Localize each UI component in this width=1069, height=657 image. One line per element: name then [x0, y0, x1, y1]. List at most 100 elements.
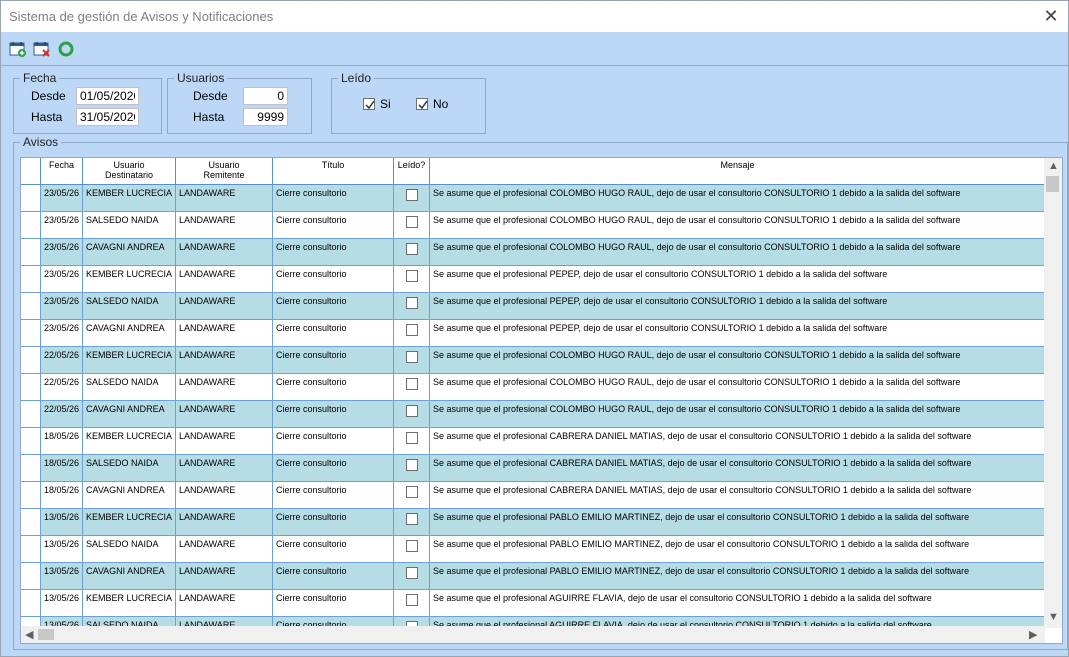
leido-row-checkbox[interactable] [405, 324, 418, 336]
leido-row-checkbox[interactable] [405, 405, 418, 417]
cell-titulo: Cierre consultorio [273, 401, 394, 427]
column-leido-label: Leído? [397, 160, 426, 170]
leido-row-checkbox[interactable] [405, 513, 418, 525]
calendar-delete-icon[interactable] [33, 40, 51, 58]
table-row[interactable]: 23/05/26 KEMBER LUCRECIA LANDAWARE Cierre c… [21, 266, 1045, 293]
calendar-add-icon[interactable] [9, 40, 27, 58]
row-selector[interactable] [21, 185, 41, 211]
table-row[interactable]: 22/05/26 CAVAGNI ANDREA LANDAWARE Cierre co… [21, 401, 1045, 428]
cell-titulo: Cierre consultorio [273, 347, 394, 373]
fecha-hasta-input[interactable] [76, 108, 139, 126]
table-row[interactable]: 23/05/26 CAVAGNI ANDREA LANDAWARE Cierre co… [21, 320, 1045, 347]
table-row[interactable]: 18/05/26 CAVAGNI ANDREA LANDAWARE Cierre co… [21, 482, 1045, 509]
usuarios-hasta-label: Hasta [193, 110, 225, 124]
cell-leido [394, 428, 430, 454]
row-selector[interactable] [21, 428, 41, 454]
row-selector[interactable] [21, 266, 41, 292]
row-selector[interactable] [21, 401, 41, 427]
cell-fecha: 13/05/26 [41, 536, 83, 562]
cell-titulo: Cierre consultorio [273, 266, 394, 292]
row-selector[interactable] [21, 347, 41, 373]
column-leido[interactable]: Leído? [394, 158, 430, 185]
leido-row-checkbox[interactable] [405, 270, 418, 282]
table-row[interactable]: 13/05/26 KEMBER LUCRECIA LANDAWARE Cierre c… [21, 509, 1045, 536]
table-row[interactable]: 18/05/26 KEMBER LUCRECIA LANDAWARE Cierre c… [21, 428, 1045, 455]
leido-row-checkbox[interactable] [405, 216, 418, 228]
cell-leido [394, 509, 430, 535]
leido-row-checkbox[interactable] [405, 567, 418, 579]
cell-destinatario: KEMBER LUCRECIA [83, 590, 176, 616]
table-row[interactable]: 13/05/26 CAVAGNI ANDREA LANDAWARE Cierre co… [21, 563, 1045, 590]
cell-remitente: LANDAWARE [176, 455, 273, 481]
horizontal-scrollbar[interactable]: ◀ ▶ [21, 626, 1045, 643]
horizontal-scroll-thumb[interactable] [38, 629, 54, 640]
row-selector[interactable] [21, 455, 41, 481]
row-selector[interactable] [21, 212, 41, 238]
row-selector[interactable] [21, 482, 41, 508]
cell-fecha: 13/05/26 [41, 590, 83, 616]
table-row[interactable]: 13/05/26 KEMBER LUCRECIA LANDAWARE Cierre c… [21, 590, 1045, 617]
cell-remitente: LANDAWARE [176, 266, 273, 292]
usuarios-hasta-input[interactable] [243, 108, 288, 126]
table-row[interactable]: 23/05/26 SALSEDO NAIDA LANDAWARE Cierre con… [21, 293, 1045, 320]
row-selector[interactable] [21, 536, 41, 562]
column-destinatario-label-1: Usuario [113, 160, 145, 170]
table-row[interactable]: 23/05/26 KEMBER LUCRECIA LANDAWARE Cierre c… [21, 185, 1045, 212]
cell-fecha: 13/05/26 [41, 509, 83, 535]
toolbar-separator [1, 65, 1068, 66]
leido-row-checkbox[interactable] [405, 432, 418, 444]
scroll-left-icon[interactable]: ◀ [25, 628, 33, 641]
leido-row-checkbox[interactable] [405, 378, 418, 390]
cell-remitente: LANDAWARE [176, 347, 273, 373]
leido-no-checkbox[interactable] [416, 98, 428, 110]
table-row[interactable]: 18/05/26 SALSEDO NAIDA LANDAWARE Cierre con… [21, 455, 1045, 482]
cell-destinatario: CAVAGNI ANDREA [83, 239, 176, 265]
usuarios-desde-input[interactable] [243, 87, 288, 105]
table-row[interactable]: 22/05/26 KEMBER LUCRECIA LANDAWARE Cierre c… [21, 347, 1045, 374]
cell-leido [394, 590, 430, 616]
close-button[interactable]: ✕ [1034, 1, 1068, 32]
row-selector[interactable] [21, 563, 41, 589]
column-remitente-label-1: Usuario [208, 160, 240, 170]
leido-row-checkbox[interactable] [405, 297, 418, 309]
leido-row-checkbox[interactable] [405, 189, 418, 201]
row-selector[interactable] [21, 374, 41, 400]
column-titulo[interactable]: Título [273, 158, 394, 185]
table-row[interactable]: 23/05/26 SALSEDO NAIDA LANDAWARE Cierre con… [21, 212, 1045, 239]
cell-destinatario: SALSEDO NAIDA [83, 374, 176, 400]
row-selector[interactable] [21, 239, 41, 265]
vertical-scrollbar[interactable]: ▲ ▼ [1044, 158, 1062, 628]
cell-leido [394, 185, 430, 211]
row-selector[interactable] [21, 320, 41, 346]
table-row[interactable]: 23/05/26 CAVAGNI ANDREA LANDAWARE Cierre co… [21, 239, 1045, 266]
scroll-right-icon[interactable]: ▶ [1029, 628, 1037, 641]
row-selector[interactable] [21, 509, 41, 535]
fecha-desde-input[interactable] [76, 87, 139, 105]
cell-titulo: Cierre consultorio [273, 239, 394, 265]
leido-row-checkbox[interactable] [405, 459, 418, 471]
scroll-down-icon[interactable]: ▼ [1048, 611, 1059, 623]
cell-leido [394, 455, 430, 481]
leido-si-checkbox[interactable] [363, 98, 375, 110]
column-mensaje[interactable]: Mensaje [430, 158, 1045, 185]
vertical-scroll-thumb[interactable] [1046, 176, 1059, 192]
cell-remitente: LANDAWARE [176, 509, 273, 535]
row-selector[interactable] [21, 293, 41, 319]
leido-row-checkbox[interactable] [405, 594, 418, 606]
column-fecha[interactable]: Fecha [41, 158, 83, 185]
column-fecha-label: Fecha [48, 160, 74, 170]
leido-row-checkbox[interactable] [405, 540, 418, 552]
scroll-up-icon[interactable]: ▲ [1048, 160, 1059, 172]
table-row[interactable]: 22/05/26 SALSEDO NAIDA LANDAWARE Cierre con… [21, 374, 1045, 401]
column-remitente[interactable]: Usuario Remitente [176, 158, 273, 185]
cell-titulo: Cierre consultorio [273, 563, 394, 589]
table-row[interactable]: 13/05/26 SALSEDO NAIDA LANDAWARE Cierre con… [21, 536, 1045, 563]
leido-row-checkbox[interactable] [405, 351, 418, 363]
row-selector[interactable] [21, 590, 41, 616]
leido-si-label: Si [380, 97, 391, 111]
leido-row-checkbox[interactable] [405, 243, 418, 255]
column-destinatario[interactable]: Usuario Destinatario [83, 158, 176, 185]
cell-leido [394, 563, 430, 589]
leido-row-checkbox[interactable] [405, 486, 418, 498]
refresh-icon[interactable] [57, 40, 75, 58]
